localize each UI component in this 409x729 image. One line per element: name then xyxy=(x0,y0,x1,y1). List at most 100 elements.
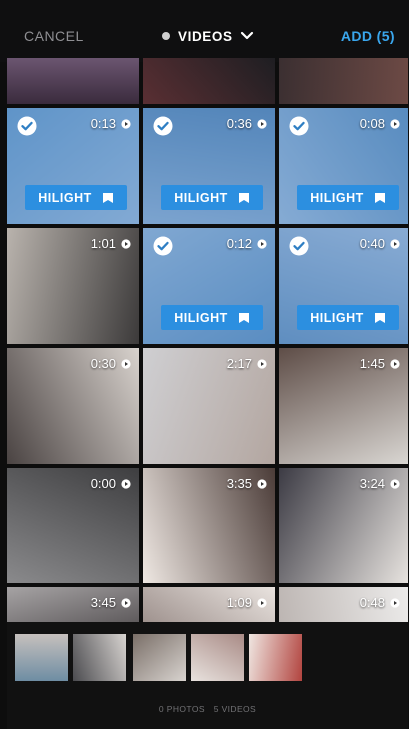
media-tile[interactable]: 3:45 xyxy=(7,587,139,622)
play-icon xyxy=(390,597,400,608)
album-selector[interactable]: VIDEOS xyxy=(162,26,254,46)
play-icon xyxy=(121,238,131,249)
media-tile[interactable] xyxy=(7,58,139,104)
media-tile[interactable]: 3:35 xyxy=(143,468,275,583)
play-icon xyxy=(390,118,400,129)
play-icon xyxy=(121,597,131,608)
duration-text: 0:12 xyxy=(226,236,252,251)
media-tile[interactable]: 0:13 HILIGHT xyxy=(7,108,139,224)
hilight-button[interactable]: HILIGHT xyxy=(25,185,127,210)
duration-text: 0:30 xyxy=(90,356,116,371)
media-tile[interactable] xyxy=(279,58,408,104)
play-icon xyxy=(257,238,267,249)
media-tile[interactable] xyxy=(143,58,275,104)
duration-text: 1:01 xyxy=(90,236,116,251)
video-duration: 0:36 xyxy=(227,116,267,131)
selected-check-icon xyxy=(289,236,309,256)
media-grid: 0:13 HILIGHT 0:36 HILIGHT 0:08 HILIGHT 1:01 0:1… xyxy=(7,58,408,622)
hilight-button[interactable]: HILIGHT xyxy=(297,185,399,210)
duration-text: 0:36 xyxy=(226,116,252,131)
media-tile[interactable]: 0:00 xyxy=(7,468,139,583)
duration-text: 0:48 xyxy=(359,595,385,610)
video-duration: 2:17 xyxy=(227,356,267,371)
selected-check-icon xyxy=(289,116,309,136)
videos-count: 5 VIDEOS xyxy=(213,704,257,714)
media-tile[interactable]: 3:24 xyxy=(279,468,408,583)
selected-thumb[interactable] xyxy=(191,634,244,681)
video-duration: 0:08 xyxy=(360,116,400,131)
selection-counts: 0 PHOTOS 5 VIDEOS xyxy=(7,704,408,714)
video-duration: 1:09 xyxy=(227,595,267,610)
video-duration: 0:12 xyxy=(227,236,267,251)
video-duration: 3:24 xyxy=(360,476,400,491)
hilight-label: HILIGHT xyxy=(174,190,228,205)
play-icon xyxy=(390,358,400,369)
video-duration: 0:40 xyxy=(360,236,400,251)
play-icon xyxy=(121,118,131,129)
duration-text: 3:24 xyxy=(359,476,385,491)
hilight-button[interactable]: HILIGHT xyxy=(297,305,399,330)
selected-filmstrip: 0 PHOTOS 5 VIDEOS xyxy=(7,622,408,729)
video-duration: 1:45 xyxy=(360,356,400,371)
album-title: VIDEOS xyxy=(178,28,233,44)
selected-check-icon xyxy=(153,236,173,256)
video-duration: 0:13 xyxy=(91,116,131,131)
duration-text: 2:17 xyxy=(226,356,252,371)
video-duration: 3:35 xyxy=(227,476,267,491)
selected-thumb[interactable] xyxy=(249,634,302,681)
cancel-button[interactable]: CANCEL xyxy=(24,28,84,44)
hilight-label: HILIGHT xyxy=(174,310,228,325)
media-tile[interactable]: 1:01 xyxy=(7,228,139,344)
duration-text: 3:35 xyxy=(226,476,252,491)
hilight-flag-icon xyxy=(102,192,113,203)
album-dot-icon xyxy=(162,32,170,40)
photos-count: 0 PHOTOS xyxy=(158,704,205,714)
hilight-flag-icon xyxy=(374,192,385,203)
add-button[interactable]: ADD (5) xyxy=(341,28,395,44)
play-icon xyxy=(121,478,131,489)
media-tile[interactable]: 0:36 HILIGHT xyxy=(143,108,275,224)
duration-text: 0:00 xyxy=(90,476,116,491)
hilight-label: HILIGHT xyxy=(310,190,364,205)
hilight-flag-icon xyxy=(374,312,385,323)
duration-text: 1:09 xyxy=(226,595,252,610)
video-duration: 0:30 xyxy=(91,356,131,371)
hilight-label: HILIGHT xyxy=(310,310,364,325)
selected-thumb[interactable] xyxy=(73,634,126,681)
play-icon xyxy=(390,238,400,249)
media-tile[interactable]: 1:45 xyxy=(279,348,408,464)
media-tile[interactable]: 1:09 xyxy=(143,587,275,622)
selected-thumb[interactable] xyxy=(15,634,68,681)
selected-check-icon xyxy=(153,116,173,136)
play-icon xyxy=(257,478,267,489)
media-tile[interactable]: 0:40 HILIGHT xyxy=(279,228,408,344)
hilight-button[interactable]: HILIGHT xyxy=(161,305,263,330)
media-tile[interactable]: 0:08 HILIGHT xyxy=(279,108,408,224)
media-tile[interactable]: 0:12 HILIGHT xyxy=(143,228,275,344)
video-duration: 3:45 xyxy=(91,595,131,610)
selected-check-icon xyxy=(17,116,37,136)
hilight-label: HILIGHT xyxy=(38,190,92,205)
hilight-flag-icon xyxy=(238,312,249,323)
hilight-button[interactable]: HILIGHT xyxy=(161,185,263,210)
media-tile[interactable]: 2:17 xyxy=(143,348,275,464)
video-duration: 0:48 xyxy=(360,595,400,610)
play-icon xyxy=(257,597,267,608)
duration-text: 0:13 xyxy=(90,116,116,131)
play-icon xyxy=(121,358,131,369)
media-tile[interactable]: 0:30 xyxy=(7,348,139,464)
chevron-down-icon xyxy=(240,31,253,40)
duration-text: 1:45 xyxy=(359,356,385,371)
duration-text: 0:40 xyxy=(359,236,385,251)
media-tile[interactable]: 0:48 xyxy=(279,587,408,622)
hilight-flag-icon xyxy=(238,192,249,203)
play-icon xyxy=(257,118,267,129)
duration-text: 3:45 xyxy=(90,595,116,610)
duration-text: 0:08 xyxy=(359,116,385,131)
video-picker-screen: CANCEL VIDEOS ADD (5) 0:13 HILIGHT 0:36 HIL… xyxy=(0,0,409,729)
play-icon xyxy=(390,478,400,489)
selected-thumb[interactable] xyxy=(133,634,186,681)
video-duration: 0:00 xyxy=(91,476,131,491)
video-duration: 1:01 xyxy=(91,236,131,251)
play-icon xyxy=(257,358,267,369)
